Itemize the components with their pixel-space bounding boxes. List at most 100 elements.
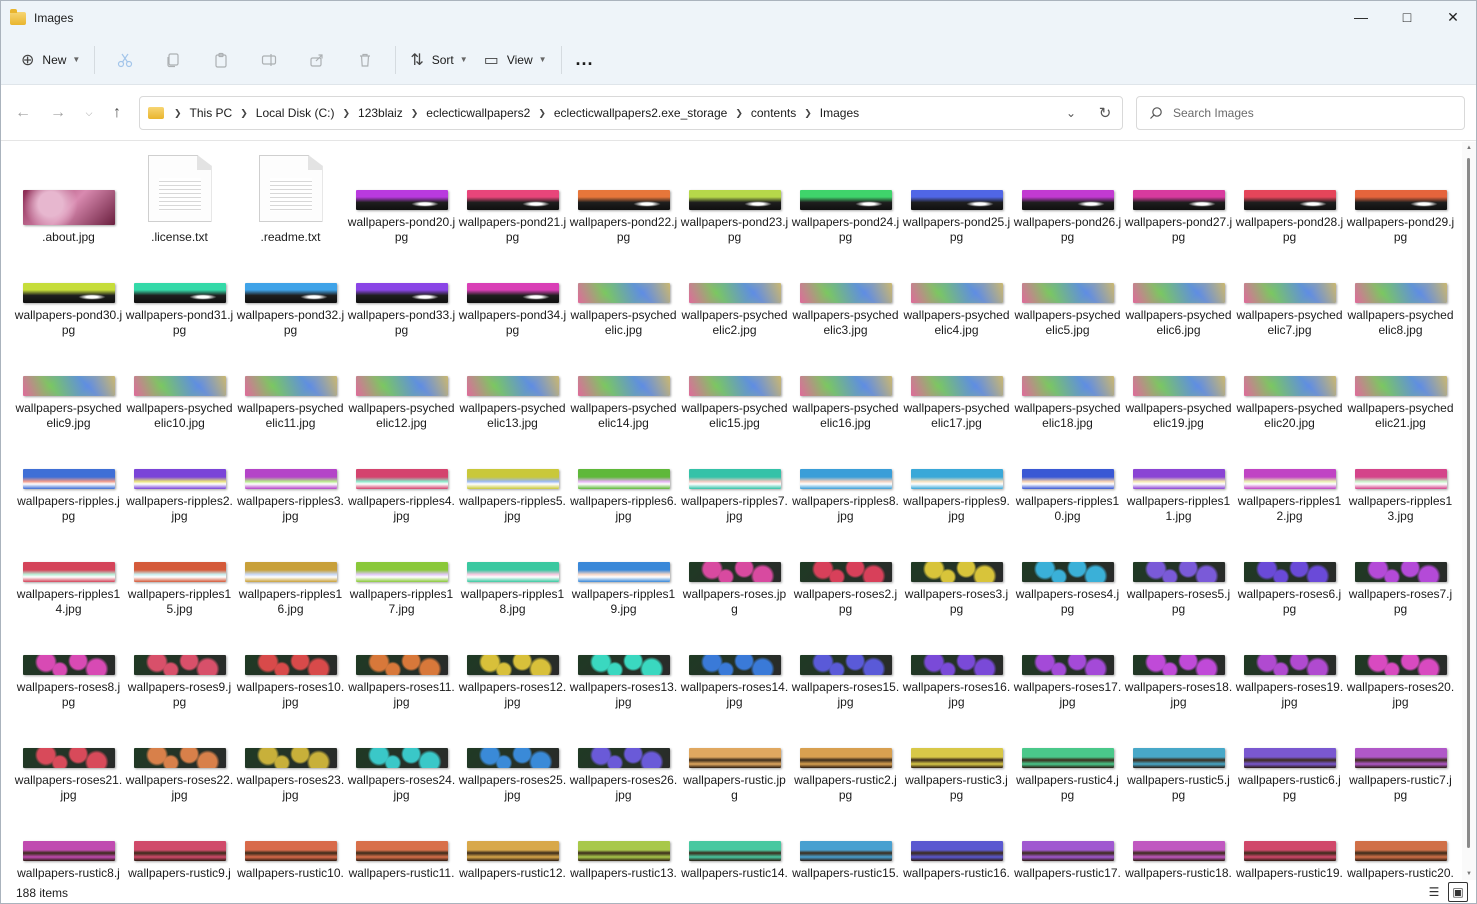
file-item[interactable]: wallpapers-ripples14.jpg [13, 524, 124, 617]
file-item[interactable]: wallpapers-ripples15.jpg [124, 524, 235, 617]
address-history-button[interactable]: ⌄ [1054, 106, 1088, 120]
breadcrumb-item[interactable]: contents [751, 106, 796, 120]
file-item[interactable]: wallpapers-ripples4.jpg [346, 431, 457, 524]
file-item[interactable]: wallpapers-psychedelic16.jpg [790, 338, 901, 431]
file-item[interactable]: wallpapers-psychedelic11.jpg [235, 338, 346, 431]
file-item[interactable]: wallpapers-psychedelic.jpg [568, 245, 679, 338]
file-item[interactable]: wallpapers-roses16.jpg [901, 617, 1012, 710]
file-item[interactable]: wallpapers-psychedelic18.jpg [1012, 338, 1123, 431]
file-item[interactable]: wallpapers-roses2.jpg [790, 524, 901, 617]
file-item[interactable]: wallpapers-ripples7.jpg [679, 431, 790, 524]
rename-button[interactable] [245, 43, 293, 77]
file-item[interactable]: wallpapers-rustic19.jpg [1234, 803, 1345, 880]
file-item[interactable]: wallpapers-roses20.jpg [1345, 617, 1456, 710]
breadcrumb-item[interactable]: This PC [190, 106, 233, 120]
maximize-button[interactable]: □ [1384, 1, 1430, 33]
file-item[interactable]: wallpapers-pond30.jpg [13, 245, 124, 338]
file-item[interactable]: wallpapers-psychedelic14.jpg [568, 338, 679, 431]
file-item[interactable]: wallpapers-roses6.jpg [1234, 524, 1345, 617]
large-icons-view-button[interactable]: ▣ [1448, 882, 1468, 902]
file-item[interactable]: wallpapers-pond33.jpg [346, 245, 457, 338]
file-item[interactable]: wallpapers-rustic12.jpg [457, 803, 568, 880]
file-item[interactable]: wallpapers-pond34.jpg [457, 245, 568, 338]
file-item[interactable]: wallpapers-rustic10.jpg [235, 803, 346, 880]
file-item[interactable]: wallpapers-psychedelic10.jpg [124, 338, 235, 431]
up-button[interactable]: ↑ [107, 103, 127, 123]
file-item[interactable]: wallpapers-roses3.jpg [901, 524, 1012, 617]
file-item[interactable]: wallpapers-ripples3.jpg [235, 431, 346, 524]
refresh-button[interactable]: ↻ [1088, 104, 1122, 122]
delete-button[interactable] [341, 43, 389, 77]
more-options-button[interactable]: ... [568, 43, 602, 77]
file-item[interactable]: wallpapers-ripples19.jpg [568, 524, 679, 617]
file-item[interactable]: wallpapers-pond20.jpg [346, 152, 457, 245]
file-item[interactable]: wallpapers-psychedelic21.jpg [1345, 338, 1456, 431]
file-item[interactable]: wallpapers-ripples12.jpg [1234, 431, 1345, 524]
file-item[interactable]: wallpapers-pond32.jpg [235, 245, 346, 338]
file-item[interactable]: wallpapers-roses23.jpg [235, 710, 346, 803]
file-item[interactable]: wallpapers-psychedelic5.jpg [1012, 245, 1123, 338]
minimize-button[interactable]: — [1338, 1, 1384, 33]
file-item[interactable]: wallpapers-rustic20.jpg [1345, 803, 1456, 880]
file-item[interactable]: wallpapers-psychedelic12.jpg [346, 338, 457, 431]
file-item[interactable]: wallpapers-roses26.jpg [568, 710, 679, 803]
file-item[interactable]: wallpapers-rustic.jpg [679, 710, 790, 803]
file-item[interactable]: wallpapers-rustic7.jpg [1345, 710, 1456, 803]
file-item[interactable]: wallpapers-roses13.jpg [568, 617, 679, 710]
file-item[interactable]: wallpapers-ripples17.jpg [346, 524, 457, 617]
forward-button[interactable]: → [48, 103, 68, 123]
file-item[interactable]: wallpapers-rustic18.jpg [1123, 803, 1234, 880]
details-view-button[interactable]: ☰ [1424, 882, 1444, 902]
file-item[interactable]: wallpapers-ripples2.jpg [124, 431, 235, 524]
close-button[interactable]: ✕ [1430, 1, 1476, 33]
file-item[interactable]: wallpapers-roses7.jpg [1345, 524, 1456, 617]
file-item[interactable]: wallpapers-roses21.jpg [13, 710, 124, 803]
file-item[interactable]: wallpapers-pond22.jpg [568, 152, 679, 245]
search-box[interactable] [1136, 96, 1465, 130]
file-item[interactable]: wallpapers-psychedelic7.jpg [1234, 245, 1345, 338]
file-item[interactable]: wallpapers-roses5.jpg [1123, 524, 1234, 617]
file-item[interactable]: wallpapers-pond24.jpg [790, 152, 901, 245]
file-item[interactable]: wallpapers-rustic17.jpg [1012, 803, 1123, 880]
file-item[interactable]: wallpapers-roses12.jpg [457, 617, 568, 710]
sort-button[interactable]: ⇅ Sort ▼ [402, 43, 475, 77]
breadcrumb-item[interactable]: eclecticwallpapers2.exe_storage [554, 106, 727, 120]
file-item[interactable]: wallpapers-rustic13.jpg [568, 803, 679, 880]
file-item[interactable]: wallpapers-ripples6.jpg [568, 431, 679, 524]
file-item[interactable]: wallpapers-roses25.jpg [457, 710, 568, 803]
file-item[interactable]: wallpapers-psychedelic20.jpg [1234, 338, 1345, 431]
file-item[interactable]: wallpapers-psychedelic13.jpg [457, 338, 568, 431]
file-item[interactable]: wallpapers-ripples5.jpg [457, 431, 568, 524]
file-item[interactable]: .license.txt [124, 152, 235, 245]
scrollbar-thumb[interactable] [1467, 158, 1470, 848]
file-item[interactable]: wallpapers-rustic9.jpg [124, 803, 235, 880]
file-item[interactable]: wallpapers-roses17.jpg [1012, 617, 1123, 710]
file-item[interactable]: wallpapers-roses18.jpg [1123, 617, 1234, 710]
file-item[interactable]: wallpapers-ripples9.jpg [901, 431, 1012, 524]
file-item[interactable]: wallpapers-roses10.jpg [235, 617, 346, 710]
breadcrumb-item[interactable]: Images [820, 106, 859, 120]
file-item[interactable]: wallpapers-rustic4.jpg [1012, 710, 1123, 803]
file-item[interactable]: wallpapers-rustic11.jpg [346, 803, 457, 880]
cut-button[interactable] [101, 43, 149, 77]
file-item[interactable]: wallpapers-psychedelic19.jpg [1123, 338, 1234, 431]
file-item[interactable]: wallpapers-psychedelic4.jpg [901, 245, 1012, 338]
paste-button[interactable] [197, 43, 245, 77]
file-item[interactable]: wallpapers-psychedelic17.jpg [901, 338, 1012, 431]
file-item[interactable]: wallpapers-rustic2.jpg [790, 710, 901, 803]
new-button[interactable]: ⊕ New ▼ [13, 43, 88, 77]
file-item[interactable]: wallpapers-rustic14.jpg [679, 803, 790, 880]
file-item[interactable]: wallpapers-roses8.jpg [13, 617, 124, 710]
file-item[interactable]: wallpapers-psychedelic2.jpg [679, 245, 790, 338]
file-item[interactable]: wallpapers-roses22.jpg [124, 710, 235, 803]
file-item[interactable]: wallpapers-pond23.jpg [679, 152, 790, 245]
file-item[interactable]: wallpapers-rustic5.jpg [1123, 710, 1234, 803]
file-item[interactable]: wallpapers-pond21.jpg [457, 152, 568, 245]
file-item[interactable]: wallpapers-roses.jpg [679, 524, 790, 617]
recent-locations-button[interactable]: ⌵ [79, 103, 99, 123]
file-item[interactable]: wallpapers-pond28.jpg [1234, 152, 1345, 245]
file-item[interactable]: wallpapers-roses9.jpg [124, 617, 235, 710]
file-item[interactable]: .readme.txt [235, 152, 346, 245]
back-button[interactable]: ← [13, 103, 33, 123]
address-bar[interactable]: ❯ This PC ❯ Local Disk (C:) ❯ 123blaiz ❯ eclec… [139, 96, 1123, 130]
